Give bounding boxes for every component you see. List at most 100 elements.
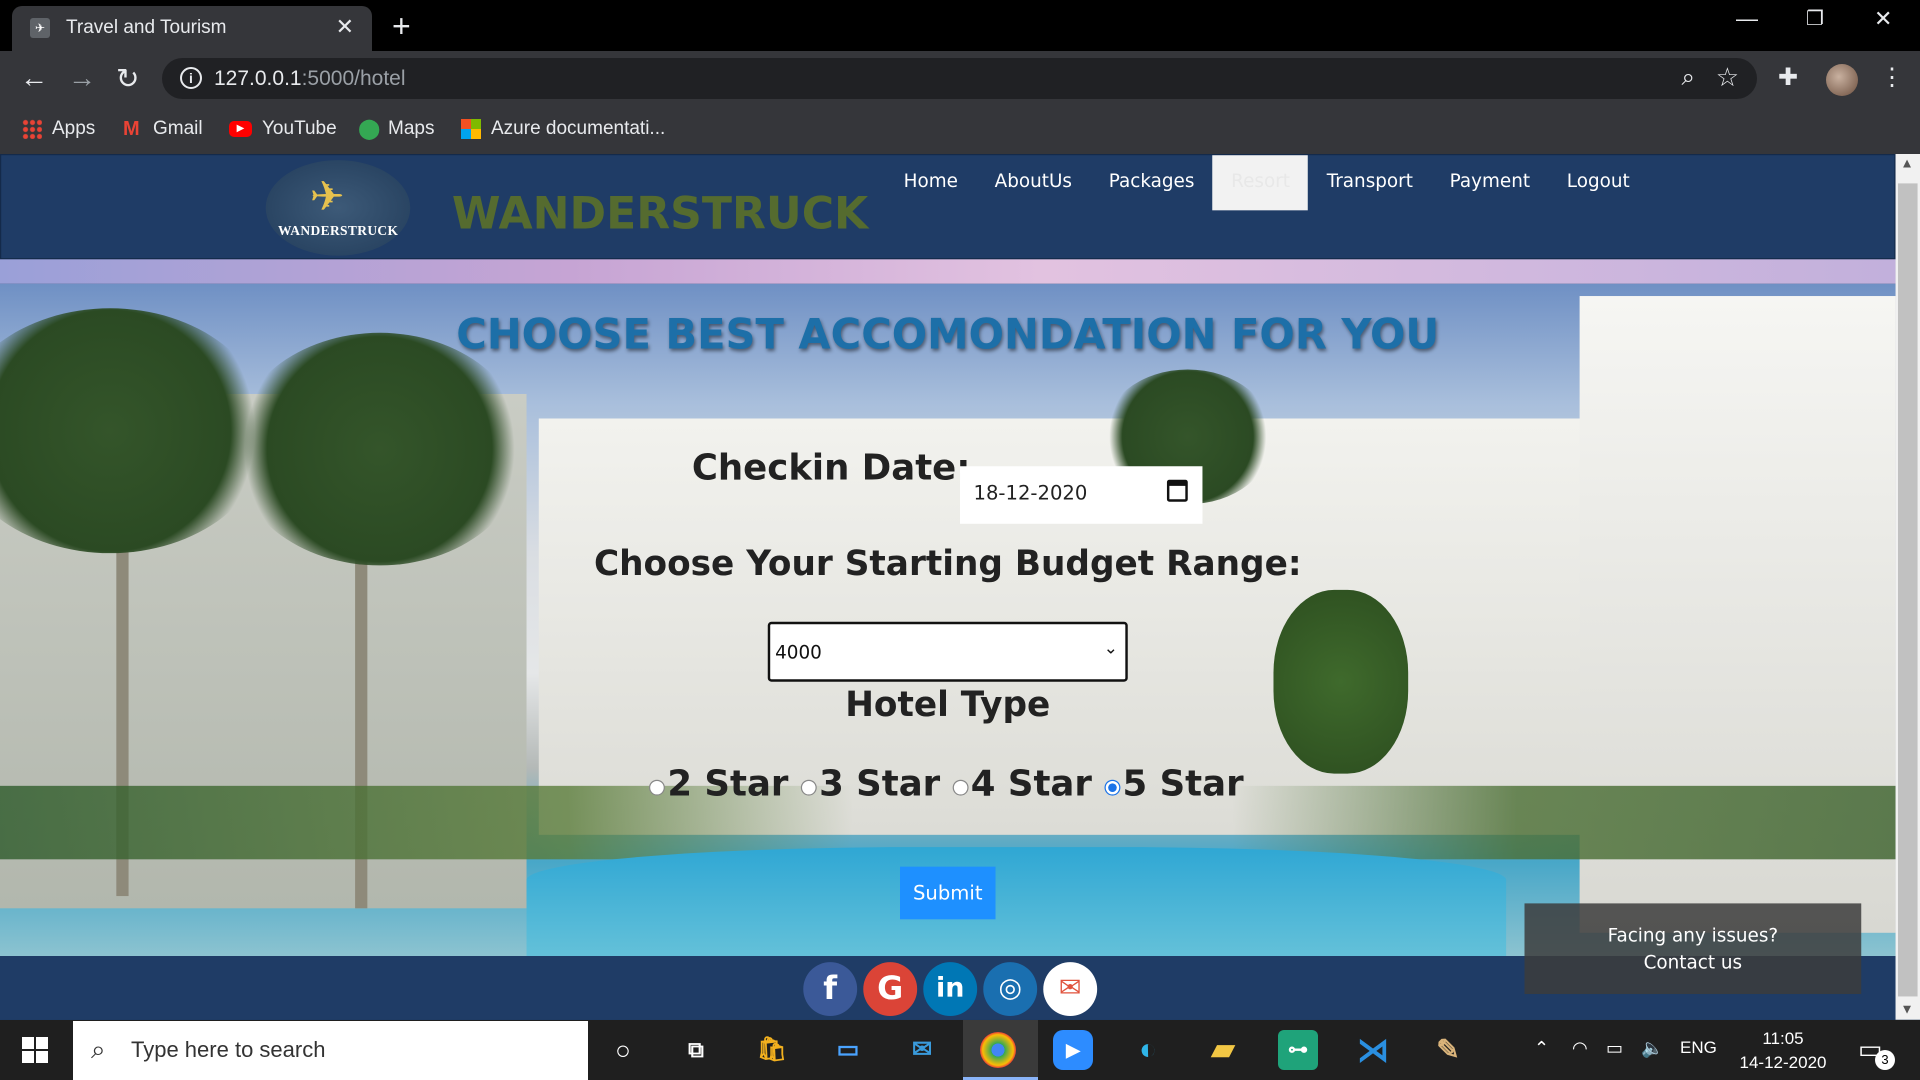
budget-range-select[interactable]: 4000 ⌄: [767, 621, 1128, 682]
radio-2-star[interactable]: [648, 779, 665, 796]
nav-home[interactable]: Home: [885, 155, 976, 210]
scroll-up-icon[interactable]: ▲: [1900, 156, 1913, 171]
gradient-divider: [0, 259, 1896, 284]
swimming-pool: [526, 847, 1507, 957]
taskbar-clock[interactable]: 11:05 14-12-2020: [1733, 1027, 1833, 1075]
windows-taskbar: ⌕ Type here to search ○ ⧉ 🛍 ▭ ✉ ▶ ◐ ▰ ⊶ …: [0, 1020, 1920, 1080]
taskbar-search-box[interactable]: ⌕ Type here to search: [73, 1021, 588, 1080]
nav-logout[interactable]: Logout: [1548, 155, 1648, 210]
windows-start-icon[interactable]: [22, 1037, 48, 1063]
extensions-icon[interactable]: ✚: [1778, 63, 1798, 92]
reload-icon[interactable]: ↻: [116, 62, 139, 95]
page-heading: CHOOSE BEST ACCOMONDATION FOR YOU: [456, 310, 1440, 360]
tray-chevron-icon[interactable]: ⌃: [1534, 1038, 1549, 1059]
app-key-icon[interactable]: ⊶: [1278, 1030, 1318, 1070]
logo-text: WANDERSTRUCK: [277, 223, 399, 239]
radio-4-star[interactable]: [952, 779, 969, 796]
nav-packages[interactable]: Packages: [1090, 155, 1212, 210]
calendar-icon[interactable]: [1166, 479, 1188, 502]
hotel-hero-background: CHOOSE BEST ACCOMONDATION FOR YOU: [0, 283, 1896, 957]
language-indicator[interactable]: ENG: [1680, 1038, 1717, 1058]
nav-transport[interactable]: Transport: [1308, 155, 1431, 210]
contact-us-widget[interactable]: Facing any issues? Contact us: [1524, 903, 1862, 995]
bookmark-apps[interactable]: Apps: [22, 118, 95, 140]
battery-icon[interactable]: ▭: [1606, 1038, 1623, 1059]
edge-icon[interactable]: ◐: [1128, 1030, 1168, 1070]
address-bar[interactable]: i 127.0.0.1:5000/hotel ⌕ ☆: [162, 58, 1757, 99]
minimize-icon[interactable]: —: [1736, 6, 1758, 32]
submit-button[interactable]: Submit: [900, 866, 996, 920]
folder-icon[interactable]: ▰: [1203, 1030, 1243, 1070]
restore-icon[interactable]: ❐: [1806, 6, 1824, 31]
url-host: 127.0.0.1: [214, 67, 302, 90]
facebook-icon[interactable]: f: [803, 962, 858, 1017]
site-logo[interactable]: ✈ WANDERSTRUCK: [265, 160, 411, 256]
radio-label-3-star: 3 Star: [819, 762, 941, 805]
store-icon[interactable]: 🛍: [752, 1030, 792, 1070]
contact-line-1: Facing any issues?: [1607, 924, 1779, 947]
bookmark-youtube[interactable]: ▶ YouTube: [229, 118, 337, 140]
contact-line-2[interactable]: Contact us: [1525, 949, 1862, 976]
nav-payment[interactable]: Payment: [1431, 155, 1548, 210]
checkin-date-value: 18-12-2020: [973, 480, 1088, 505]
gmail-icon: M: [123, 118, 140, 140]
scroll-down-icon[interactable]: ▼: [1900, 1003, 1913, 1018]
browser-tab[interactable]: ✈ Travel and Tourism ✕: [12, 6, 372, 51]
checkin-date-label: Checkin Date:: [691, 446, 971, 489]
paint-icon[interactable]: ✎: [1428, 1030, 1468, 1070]
palm-tree: [232, 332, 527, 566]
chrome-icon[interactable]: [980, 1032, 1016, 1068]
zoom-app-icon[interactable]: ▶: [1053, 1030, 1093, 1070]
checkin-date-input[interactable]: 18-12-2020: [960, 466, 1203, 524]
nav-resort[interactable]: Resort: [1212, 155, 1309, 211]
google-icon[interactable]: G: [863, 962, 918, 1017]
brand-title: WANDERSTRUCK: [451, 189, 869, 240]
menu-kebab-icon[interactable]: ⋮: [1880, 63, 1904, 92]
url-path: :5000/hotel: [301, 67, 406, 90]
mail-icon[interactable]: ✉: [1043, 962, 1098, 1017]
bookmark-azure[interactable]: Azure documentati...: [461, 118, 665, 140]
radio-5-star[interactable]: [1104, 779, 1121, 796]
scrollbar-thumb[interactable]: [1897, 183, 1918, 997]
task-view-icon[interactable]: ⧉: [676, 1030, 716, 1070]
tree: [1273, 589, 1409, 774]
linkedin-icon[interactable]: in: [923, 962, 978, 1017]
bookmark-label: Gmail: [153, 118, 203, 139]
tab-title: Travel and Tourism: [66, 17, 227, 38]
chevron-down-icon: ⌄: [1103, 638, 1118, 659]
volume-icon[interactable]: 🔈: [1641, 1038, 1663, 1059]
mail-app-icon[interactable]: ✉: [902, 1030, 942, 1070]
vscode-icon[interactable]: ⋊: [1353, 1030, 1393, 1070]
site-info-icon[interactable]: i: [180, 67, 202, 89]
taskbar-search-placeholder: Type here to search: [131, 1037, 326, 1062]
forward-icon[interactable]: →: [68, 62, 96, 94]
back-icon[interactable]: ←: [20, 62, 48, 94]
page-viewport: ✈ WANDERSTRUCK WANDERSTRUCK Home AboutUs…: [0, 154, 1920, 1020]
url-text[interactable]: 127.0.0.1:5000/hotel: [214, 67, 406, 91]
hotel-type-label: Hotel Type: [845, 684, 1051, 725]
zoom-icon[interactable]: ⌕: [1682, 64, 1695, 92]
radio-label-2-star: 2 Star: [667, 762, 789, 805]
browser-toolbar: ← → ↻ i 127.0.0.1:5000/hotel ⌕ ☆ ✚ ⋮: [0, 51, 1920, 106]
notification-count-badge: 3: [1875, 1050, 1895, 1070]
microsoft-logo-icon: [461, 119, 481, 139]
window-close-icon[interactable]: ✕: [1874, 6, 1892, 32]
bookmark-star-icon[interactable]: ☆: [1716, 62, 1739, 93]
wifi-icon[interactable]: ◠: [1572, 1038, 1588, 1059]
bookmark-maps[interactable]: ⬤ Maps: [358, 118, 434, 140]
nav-aboutus[interactable]: AboutUs: [976, 155, 1090, 210]
youtube-icon: ▶: [229, 121, 252, 137]
radio-3-star[interactable]: [800, 779, 817, 796]
tab-favicon-icon: ✈: [30, 18, 50, 38]
page-scrollbar[interactable]: ▲ ▼: [1895, 154, 1920, 1020]
instagram-icon[interactable]: ◎: [983, 962, 1038, 1017]
bookmark-gmail[interactable]: M Gmail: [123, 118, 203, 140]
cortana-icon[interactable]: ○: [603, 1030, 643, 1070]
radio-label-4-star: 4 Star: [970, 762, 1092, 805]
profile-avatar[interactable]: [1826, 64, 1858, 96]
file-explorer-pc-icon[interactable]: ▭: [828, 1030, 868, 1070]
tab-close-icon[interactable]: ✕: [336, 14, 354, 40]
clock-date: 14-12-2020: [1739, 1053, 1827, 1072]
new-tab-button[interactable]: +: [392, 8, 411, 45]
bookmark-label: YouTube: [262, 118, 337, 139]
